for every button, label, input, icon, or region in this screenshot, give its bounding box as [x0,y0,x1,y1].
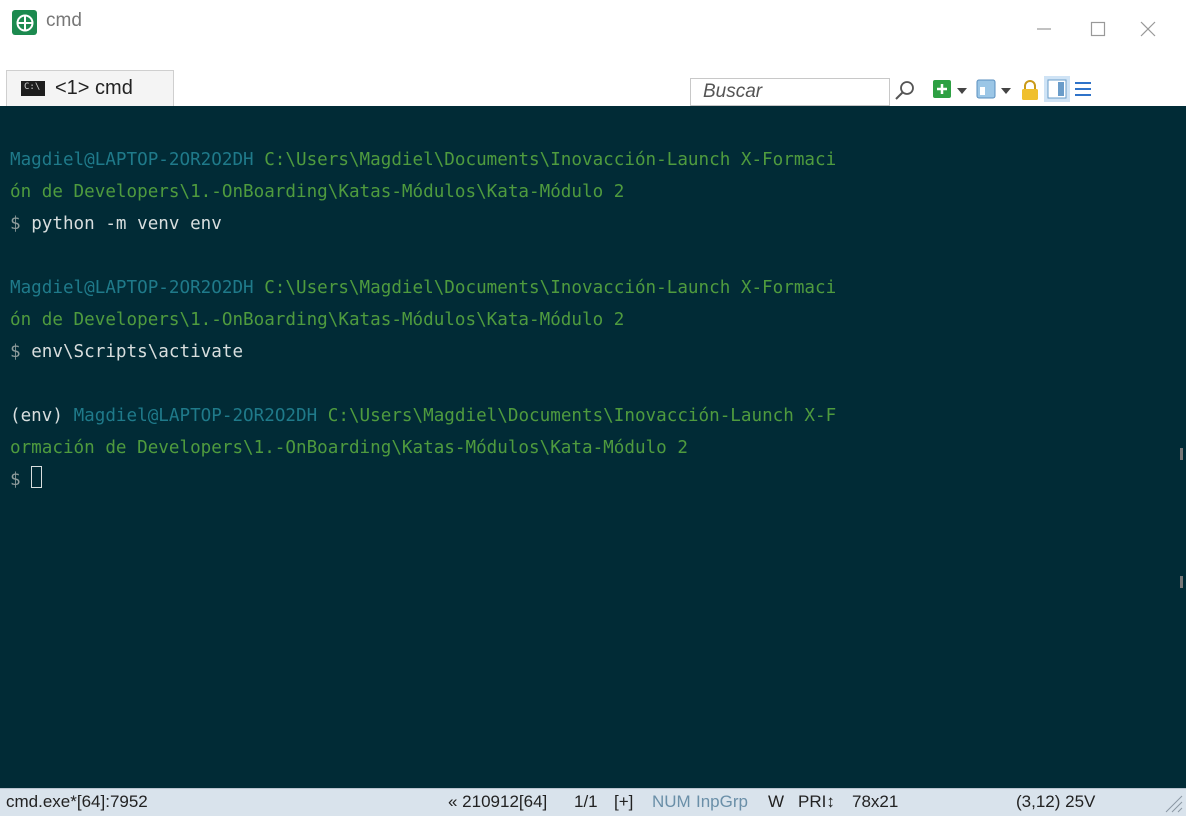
console-line: Magdiel@LAPTOP-2OR2O2DH C:\Users\Magdiel… [10,144,836,176]
prompt-path: ormación de Developers\1.-OnBoarding\Kat… [10,438,688,458]
search-icon [895,81,914,100]
layout-button[interactable] [1044,76,1070,102]
status-size[interactable]: 78x21 [852,792,898,812]
text-cursor [31,466,43,488]
prompt-path: C:\Users\Magdiel\Documents\Inovacción-La… [264,278,837,298]
prompt-symbol: $ [10,342,21,362]
maximize-icon [1090,21,1106,37]
dropdown-icon [957,88,967,94]
status-inpgrp[interactable]: InpGrp [696,792,748,812]
console-line: $ [10,464,43,496]
prompt-symbol: $ [10,214,21,234]
tab-console-1[interactable]: <1> cmd [6,70,174,106]
new-console-button[interactable] [932,79,952,99]
panes-dropdown[interactable] [1000,86,1012,96]
minimize-button[interactable] [1024,14,1064,44]
resize-grip-icon[interactable] [1162,792,1184,814]
lock-button[interactable] [1020,79,1040,101]
scroll-marker [1180,448,1183,460]
window-title: cmd [46,10,82,31]
search-button[interactable] [893,79,917,103]
status-pid[interactable]: « 210912[64] [448,792,547,812]
minimize-icon [1037,28,1051,30]
status-plus[interactable]: [+] [614,792,633,812]
status-console-index[interactable]: 1/1 [574,792,598,812]
prompt-user: Magdiel@LAPTOP-2OR2O2DH [10,150,254,170]
prompt-user: Magdiel@LAPTOP-2OR2O2DH [73,406,318,426]
console-icon [21,81,45,96]
search-input[interactable]: Buscar [690,78,890,106]
prompt-path: C:\Users\Magdiel\Documents\Inovacción-La… [264,150,837,170]
new-console-dropdown[interactable] [956,86,968,96]
status-cursor-pos[interactable]: (3,12) 25V [1016,792,1095,812]
status-num[interactable]: NUM [652,792,691,812]
prompt-path: ón de Developers\1.-OnBoarding\Katas-Mód… [10,310,625,330]
tab-label: <1> cmd [55,77,133,99]
status-process[interactable]: cmd.exe*[64]:7952 [6,792,148,812]
console-line: Magdiel@LAPTOP-2OR2O2DH C:\Users\Magdiel… [10,272,836,304]
console-line: $ python -m venv env [10,208,222,240]
console-line: ormación de Developers\1.-OnBoarding\Kat… [10,432,688,464]
new-console-icon [933,80,951,98]
prompt-path: ón de Developers\1.-OnBoarding\Katas-Mód… [10,182,625,202]
menu-icon [1075,82,1091,96]
close-icon [1140,21,1156,37]
command-text: python -m venv env [31,214,222,234]
scroll-marker [1180,576,1183,588]
status-bar: cmd.exe*[64]:7952 « 210912[64] 1/1 [+] N… [0,788,1186,816]
status-w[interactable]: W [768,792,784,812]
title-bar: cmd [0,0,1186,66]
main-menu-button[interactable] [1073,79,1093,99]
prompt-path: C:\Users\Magdiel\Documents\Inovacción-La… [327,406,837,426]
prompt-symbol: $ [10,470,21,490]
layout-icon [1044,76,1070,102]
lock-icon [1022,80,1038,100]
console-line: $ env\Scripts\activate [10,336,243,368]
console-line: (env) Magdiel@LAPTOP-2OR2O2DH C:\Users\M… [10,400,836,432]
prompt-user: Magdiel@LAPTOP-2OR2O2DH [10,278,254,298]
status-pri[interactable]: PRI↕ [798,792,835,812]
panes-button[interactable] [976,79,996,99]
console-line: ón de Developers\1.-OnBoarding\Katas-Mód… [10,304,624,336]
panes-icon [976,79,996,99]
command-text: env\Scripts\activate [31,342,244,362]
close-button[interactable] [1128,14,1168,44]
console-output[interactable]: Magdiel@LAPTOP-2OR2O2DH C:\Users\Magdiel… [0,106,1186,788]
venv-indicator: (env) [10,406,63,426]
maximize-button[interactable] [1078,14,1118,44]
console-line: ón de Developers\1.-OnBoarding\Katas-Mód… [10,176,624,208]
conemu-app-icon[interactable] [12,10,37,35]
tab-bar: <1> cmd Buscar [0,66,1186,106]
dropdown-icon [1001,88,1011,94]
